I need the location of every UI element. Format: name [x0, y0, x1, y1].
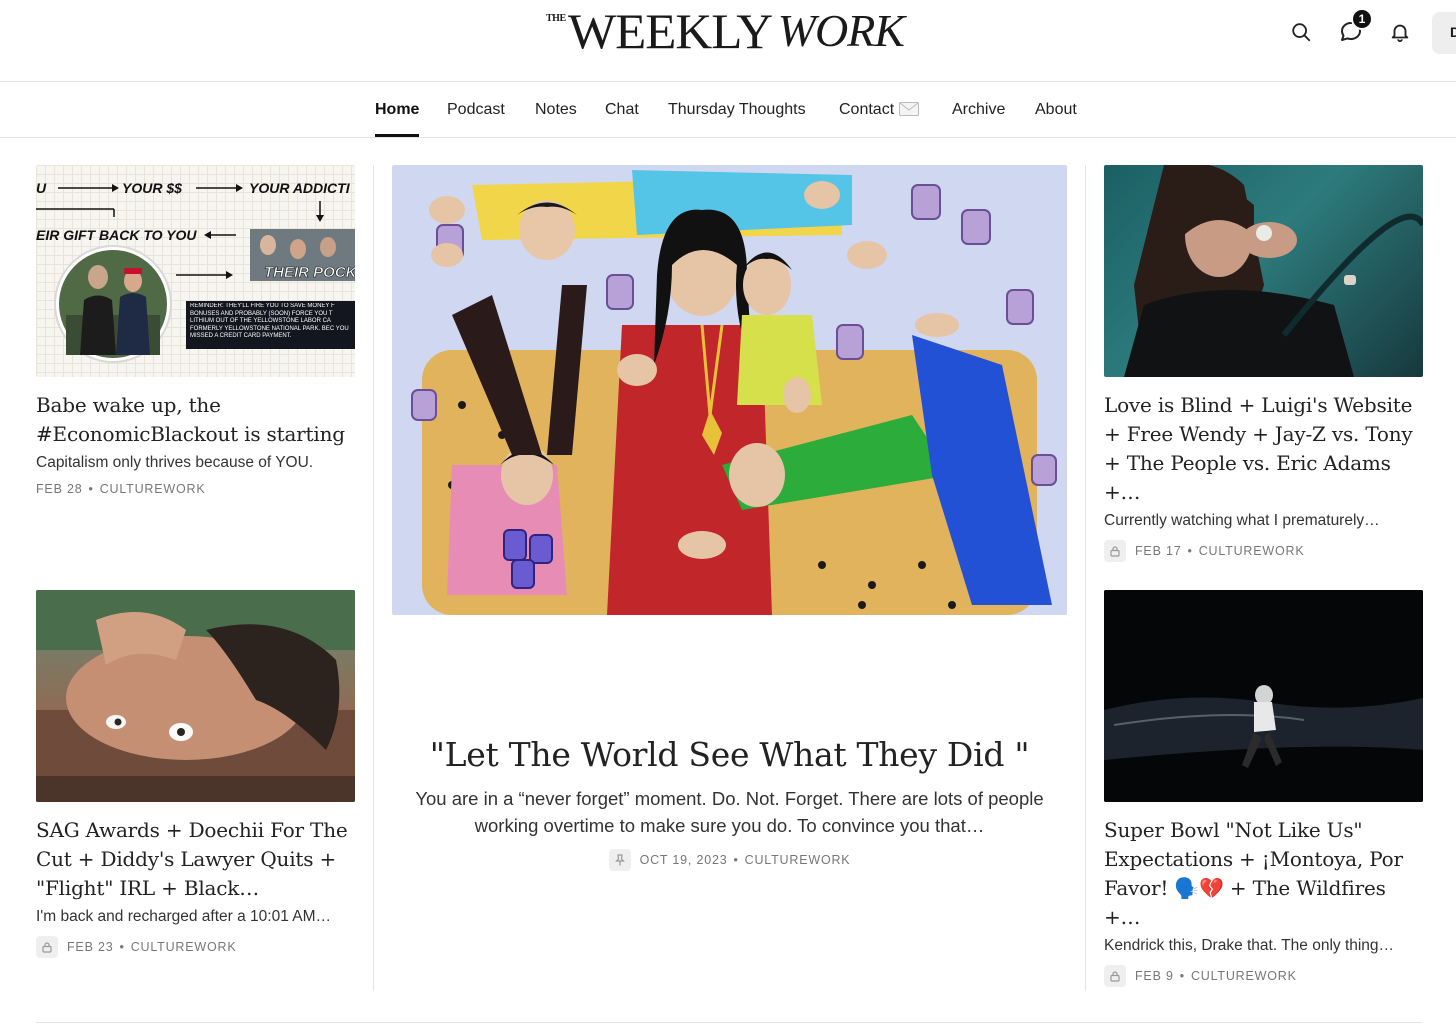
flow-your-money-text: YOUR $$: [122, 180, 182, 196]
meta-separator: •: [1179, 969, 1185, 983]
logo-weekly: WEEKLY: [567, 3, 773, 59]
nav-contact-label: Contact: [839, 101, 895, 118]
post-thumbnail[interactable]: [36, 590, 355, 802]
post-subtitle: I'm back and recharged after a 10:01 AM…: [36, 908, 332, 925]
post-subtitle: Capitalism only thrives because of YOU.: [36, 454, 314, 471]
post-thumbnail[interactable]: U YOUR $$ YOUR ADDICTI EIR GIFT BACK TO …: [36, 165, 355, 377]
page-divider: [36, 1022, 1422, 1023]
nav-about[interactable]: About: [1035, 83, 1077, 137]
meta-separator: •: [88, 482, 94, 496]
post-meta: FEB 9 • CULTUREWORK: [1104, 965, 1423, 987]
envelope-icon: [899, 85, 920, 139]
flow-your-addiction-text: YOUR ADDICTI: [249, 180, 351, 196]
post-date: FEB 23: [67, 940, 114, 954]
column-divider-right: [1085, 165, 1086, 991]
top-bar: THE WEEKLY WORK 1 D: [0, 0, 1456, 82]
logo-the: THE: [546, 13, 566, 24]
post-card-economic-blackout[interactable]: U YOUR $$ YOUR ADDICTI EIR GIFT BACK TO …: [36, 165, 355, 496]
pin-icon: [608, 849, 631, 871]
woman-on-phone-photo: [1124, 165, 1423, 377]
post-meta: FEB 28 • CULTUREWORK: [36, 482, 355, 496]
nav-home[interactable]: Home: [375, 83, 420, 137]
chat-button[interactable]: 1: [1337, 8, 1373, 46]
meta-separator: •: [733, 853, 739, 867]
post-title[interactable]: SAG Awards + Doechii For The Cut + Diddy…: [36, 816, 355, 903]
section-nav: Home Podcast Notes Chat Thursday Thought…: [0, 83, 1456, 138]
search-icon: [1292, 23, 1311, 42]
featured-post-meta: OCT 19, 2023 • CULTUREWORK: [392, 849, 1067, 871]
nav-notes[interactable]: Notes: [535, 83, 577, 137]
featured-painting-image[interactable]: [392, 165, 1067, 615]
post-author[interactable]: CULTUREWORK: [100, 482, 206, 496]
post-date: FEB 17: [1135, 544, 1182, 558]
post-thumbnail[interactable]: [1104, 165, 1423, 377]
publication-logo[interactable]: THE WEEKLY WORK: [546, 3, 905, 59]
economic-flowchart-graphic: U YOUR $$ YOUR ADDICTI EIR GIFT BACK TO …: [36, 180, 355, 363]
post-thumbnail[interactable]: [1104, 590, 1423, 802]
post-title[interactable]: Super Bowl "Not Like Us" Expectations + …: [1104, 816, 1423, 932]
featured-post-title[interactable]: "Let The World See What They Did ": [392, 735, 1067, 775]
post-author[interactable]: CULTUREWORK: [1199, 544, 1305, 558]
logo-work: WORK: [777, 5, 905, 56]
flow-their-pocket-text: THEIR POCK: [264, 264, 355, 281]
post-author[interactable]: CULTUREWORK: [1191, 969, 1297, 983]
lock-icon: [1104, 965, 1126, 987]
runner-at-night-photo: [1104, 590, 1423, 802]
post-title[interactable]: Babe wake up, the #EconomicBlackout is s…: [36, 391, 355, 449]
post-date: OCT 19, 2023: [639, 853, 728, 867]
man-portrait-photo: [36, 590, 355, 802]
lock-icon: [36, 936, 58, 958]
post-card-sag-awards[interactable]: SAG Awards + Doechii For The Cut + Diddy…: [36, 590, 355, 958]
bell-icon: [1391, 24, 1409, 43]
post-subtitle: Kendrick this, Drake that. The only thin…: [1104, 937, 1395, 954]
meta-separator: •: [1187, 544, 1193, 558]
search-button[interactable]: [1287, 18, 1315, 46]
meta-separator: •: [119, 940, 125, 954]
reminder-text: REMINDER: THEY'LL FIRE YOU TO SAVE MONEY…: [190, 303, 349, 339]
post-meta: FEB 23 • CULTUREWORK: [36, 936, 355, 958]
nav-chat[interactable]: Chat: [605, 83, 639, 137]
nav-podcast[interactable]: Podcast: [447, 83, 505, 137]
post-card-super-bowl[interactable]: Super Bowl "Not Like Us" Expectations + …: [1104, 590, 1423, 987]
nav-contact[interactable]: Contact: [839, 83, 920, 139]
lock-icon: [1104, 540, 1126, 562]
flow-you-text: U: [36, 180, 47, 196]
nav-archive[interactable]: Archive: [952, 83, 1005, 137]
post-date: FEB 9: [1135, 969, 1174, 983]
featured-post[interactable]: "Let The World See What They Did " You a…: [392, 165, 1067, 871]
account-button[interactable]: D: [1432, 12, 1456, 54]
notification-badge: 1: [1351, 8, 1373, 30]
post-card-love-is-blind[interactable]: Love is Blind + Luigi's Website + Free W…: [1104, 165, 1423, 562]
nav-thursday-thoughts[interactable]: Thursday Thoughts: [668, 83, 806, 137]
post-subtitle: Currently watching what I prematurely…: [1104, 512, 1380, 529]
post-date: FEB 28: [36, 482, 83, 496]
featured-post-subtitle: You are in a “never forget” moment. Do. …: [415, 788, 1044, 836]
notifications-button[interactable]: [1386, 18, 1414, 46]
post-title[interactable]: Love is Blind + Luigi's Website + Free W…: [1104, 391, 1423, 507]
post-author[interactable]: CULTUREWORK: [745, 853, 851, 867]
post-author[interactable]: CULTUREWORK: [131, 940, 237, 954]
family-painting: [392, 165, 1067, 615]
flow-gift-back-text: EIR GIFT BACK TO YOU: [36, 227, 197, 243]
column-divider-left: [373, 165, 374, 991]
post-meta: FEB 17 • CULTUREWORK: [1104, 540, 1423, 562]
